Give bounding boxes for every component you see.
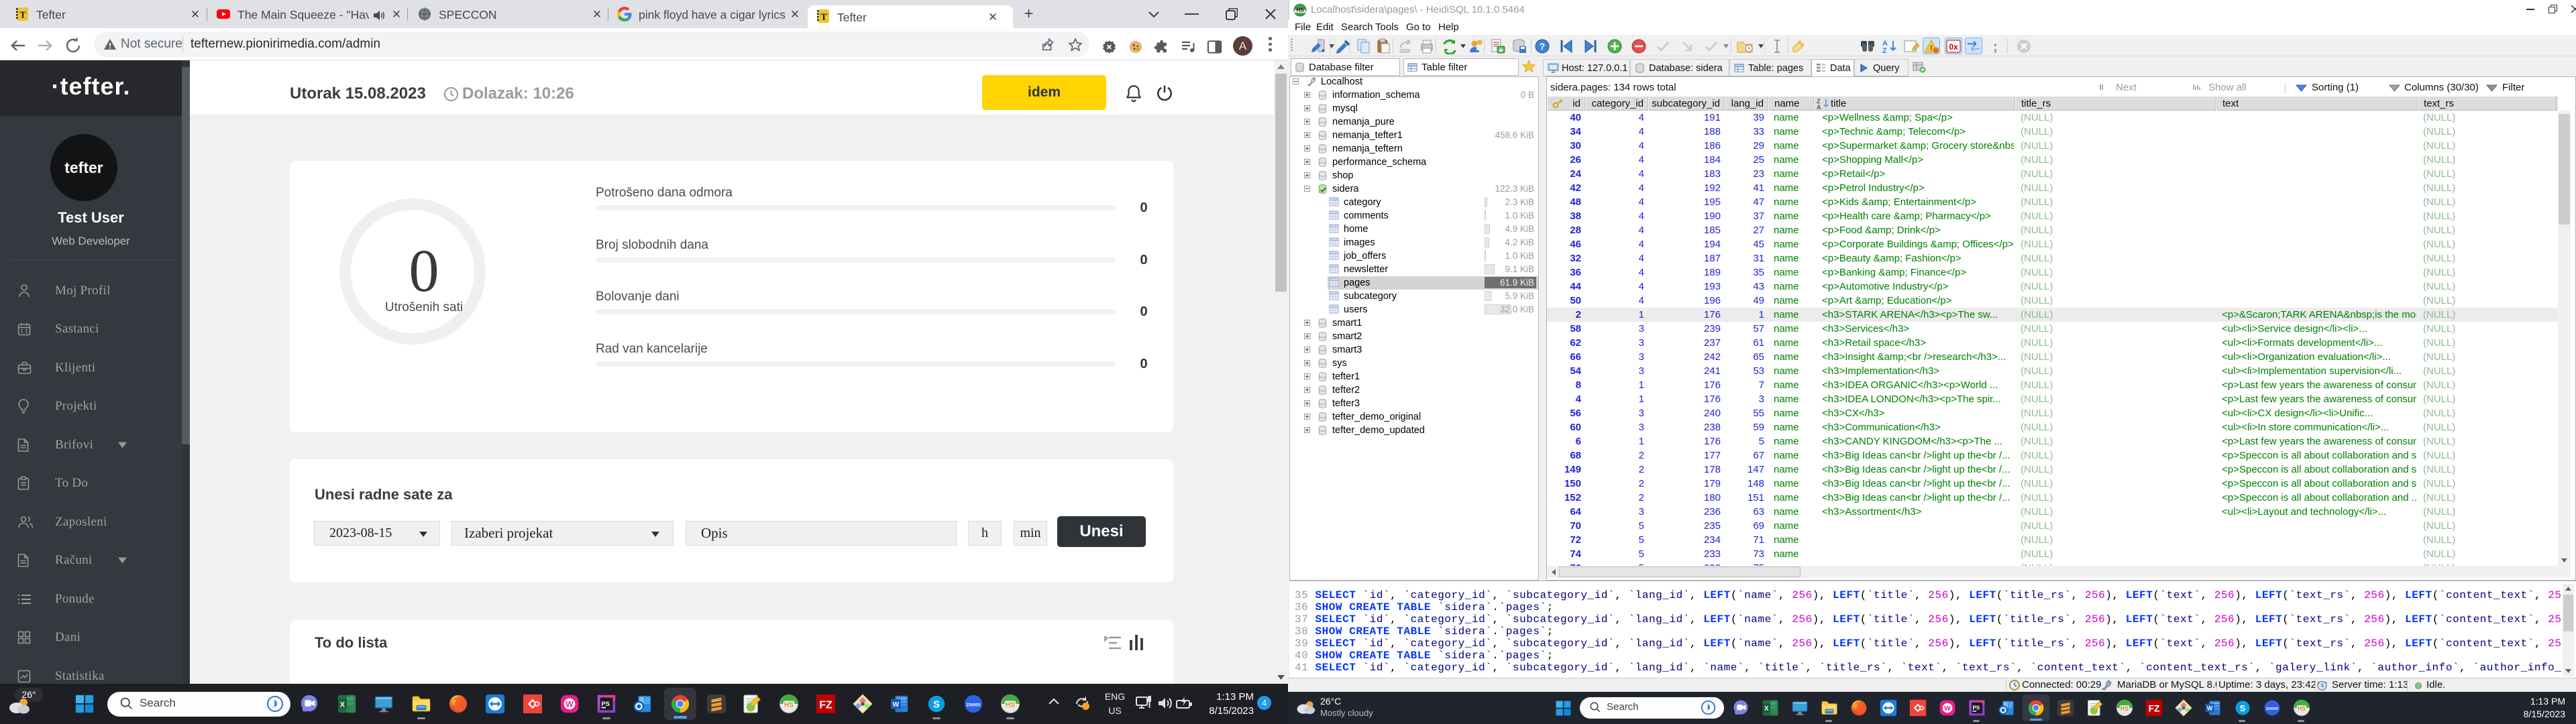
svg-text:W: W (1944, 705, 1951, 713)
svg-text:FZ: FZ (819, 700, 833, 711)
svg-text:A: A (1817, 104, 1821, 109)
svg-text:S: S (933, 699, 940, 711)
svg-text:HS: HS (784, 702, 794, 709)
svg-text:W: W (566, 700, 574, 709)
svg-text:;: ; (1993, 40, 1998, 54)
svg-text:zoom: zoom (2266, 707, 2278, 711)
svg-text:0x: 0x (1949, 42, 1958, 52)
svg-text:T: T (820, 13, 827, 23)
svg-text:X: X (340, 701, 345, 709)
svg-text:HS: HS (1296, 7, 1304, 13)
svg-text:PS: PS (1973, 705, 1980, 711)
svg-text:Z: Z (1882, 47, 1887, 54)
svg-text:HS: HS (2298, 705, 2306, 712)
svg-text:zoom: zoom (967, 701, 981, 707)
svg-text:PS: PS (602, 701, 610, 707)
svg-text:?: ? (1540, 41, 1546, 52)
svg-text:S: S (2240, 703, 2246, 713)
svg-text:T: T (19, 11, 26, 21)
svg-text:HS: HS (1006, 702, 1015, 709)
svg-text:HS: HS (2121, 705, 2129, 712)
svg-text:!: ! (1930, 44, 1933, 52)
svg-text:W: W (893, 701, 900, 709)
svg-text:X: X (1764, 705, 1769, 713)
svg-text:FZ: FZ (2149, 703, 2160, 714)
svg-text:W: W (2207, 705, 2213, 712)
